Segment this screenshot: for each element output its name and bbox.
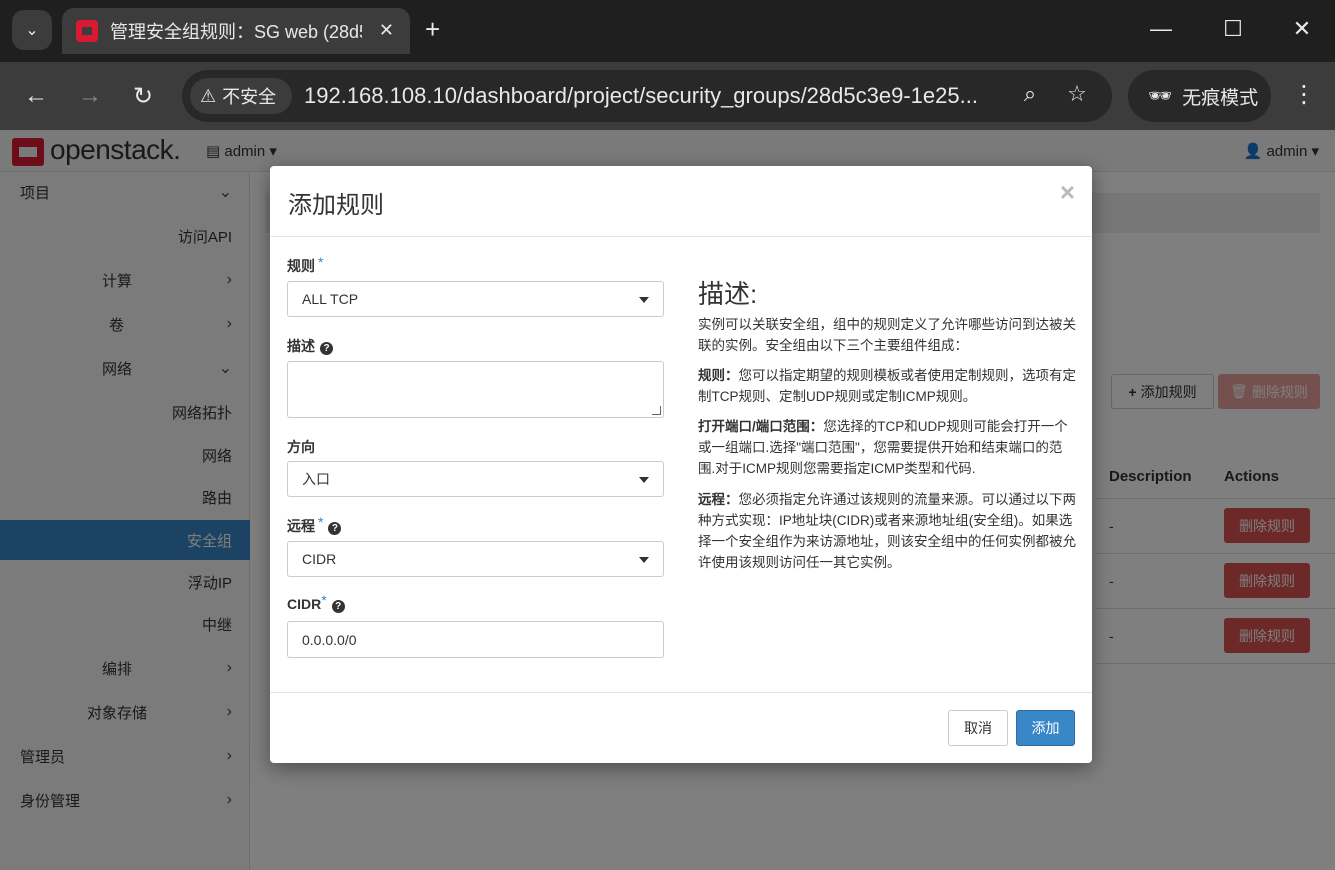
bookmark-star-icon[interactable]: ☆ bbox=[1062, 81, 1092, 107]
help-icon[interactable]: ? bbox=[331, 600, 345, 613]
back-arrow-icon[interactable]: ← bbox=[20, 80, 52, 112]
openstack-favicon-icon bbox=[76, 20, 98, 42]
description-label: 描述? bbox=[287, 336, 333, 356]
cidr-input-value: 0.0.0.0/0 bbox=[302, 631, 357, 648]
browser-toolbar: ← → ↻ ⚠ 不安全 192.168.108.10/dashboard/pro… bbox=[0, 62, 1335, 130]
help-heading: 描述: bbox=[698, 279, 758, 309]
modal-title: 添加规则 bbox=[288, 192, 384, 219]
direction-label: 方向 bbox=[287, 437, 315, 457]
warning-icon: ⚠ bbox=[200, 85, 217, 106]
help-icon[interactable]: ? bbox=[320, 342, 333, 355]
close-icon[interactable]: × bbox=[1060, 177, 1075, 208]
address-bar[interactable]: ⚠ 不安全 192.168.108.10/dashboard/project/s… bbox=[182, 70, 1112, 122]
reload-icon[interactable]: ↻ bbox=[127, 80, 159, 112]
minimize-icon[interactable]: — bbox=[1146, 14, 1176, 44]
tab-title: 管理安全组规则：SG web (28d5c3e9-1e25 bbox=[110, 22, 362, 42]
incognito-indicator[interactable]: 🕶 无痕模式 bbox=[1128, 70, 1271, 122]
browser-menu-icon[interactable]: ⋮ bbox=[1290, 80, 1318, 109]
required-marker: * bbox=[321, 592, 327, 608]
description-label-text: 描述 bbox=[287, 338, 315, 354]
help-rule-text: 您可以指定期望的规则模板或者使用定制规则，选项有定制TCP规则、定制UDP规则或… bbox=[698, 368, 1076, 404]
rule-label: 规则 * bbox=[287, 254, 324, 276]
tab-search-button[interactable]: ⌄ bbox=[12, 10, 52, 50]
help-rule-title: 规则： bbox=[698, 368, 739, 383]
direction-select-value: 入口 bbox=[302, 471, 330, 487]
caret-down-icon bbox=[639, 557, 649, 563]
add-rule-dialog: 添加规则 × 规则 * ALL TCP 描述? 方向 入口 远程 *? CIDR C… bbox=[270, 166, 1092, 763]
remote-label: 远程 *? bbox=[287, 514, 342, 536]
forward-arrow-icon[interactable]: → bbox=[74, 80, 106, 112]
direction-select[interactable]: 入口 bbox=[287, 461, 664, 497]
resize-handle-icon[interactable] bbox=[652, 406, 661, 415]
browser-tab[interactable]: 管理安全组规则：SG web (28d5c3e9-1e25 ✕ bbox=[62, 8, 410, 54]
caret-down-icon bbox=[639, 297, 649, 303]
cidr-input[interactable]: 0.0.0.0/0 bbox=[287, 621, 664, 658]
new-tab-button[interactable]: + bbox=[425, 14, 440, 44]
rule-label-text: 规则 bbox=[287, 258, 315, 274]
incognito-icon: 🕶 bbox=[1148, 86, 1173, 107]
add-button[interactable]: 添加 bbox=[1016, 710, 1075, 746]
help-intro: 实例可以关联安全组，组中的规则定义了允许哪些访问到达被关联的实例。安全组由以下三… bbox=[698, 317, 1076, 353]
cidr-label: CIDR*? bbox=[287, 592, 345, 613]
required-marker: * bbox=[318, 254, 324, 270]
browser-tabbar: ⌄ 管理安全组规则：SG web (28d5c3e9-1e25 ✕ + — ☐ … bbox=[0, 0, 1335, 62]
help-icon[interactable]: ? bbox=[328, 522, 342, 535]
help-port: 打开端口/端口范围：您选择的TCP和UDP规则可能会打开一个或一组端口.选择"端… bbox=[698, 416, 1076, 479]
rule-select[interactable]: ALL TCP bbox=[287, 281, 664, 317]
close-tab-icon[interactable]: ✕ bbox=[379, 20, 394, 41]
modal-header: 添加规则 × bbox=[270, 166, 1092, 237]
cidr-label-text: CIDR bbox=[287, 596, 322, 612]
cancel-button[interactable]: 取消 bbox=[948, 710, 1008, 746]
help-remote: 远程：您必须指定允许通过该规则的流量来源。可以通过以下两种方式实现：IP地址块(… bbox=[698, 489, 1076, 573]
zoom-icon[interactable]: ⌕ bbox=[1015, 81, 1045, 107]
help-remote-text: 您必须指定允许通过该规则的流量来源。可以通过以下两种方式实现：IP地址块(CID… bbox=[698, 492, 1076, 570]
remote-select[interactable]: CIDR bbox=[287, 541, 664, 577]
direction-label-text: 方向 bbox=[287, 439, 315, 455]
remote-label-text: 远程 bbox=[287, 518, 315, 534]
incognito-label: 无痕模式 bbox=[1182, 87, 1259, 109]
url-text[interactable]: 192.168.108.10/dashboard/project/securit… bbox=[304, 83, 1004, 109]
help-rule: 规则：您可以指定期望的规则模板或者使用定制规则，选项有定制TCP规则、定制UDP… bbox=[698, 365, 1076, 407]
rule-select-value: ALL TCP bbox=[302, 291, 359, 307]
maximize-icon[interactable]: ☐ bbox=[1218, 14, 1248, 44]
remote-select-value: CIDR bbox=[302, 551, 337, 567]
security-indicator[interactable]: ⚠ 不安全 bbox=[190, 78, 292, 114]
caret-down-icon bbox=[639, 477, 649, 483]
required-marker: * bbox=[318, 514, 324, 530]
help-remote-title: 远程： bbox=[698, 492, 739, 507]
modal-footer: 取消 添加 bbox=[270, 692, 1092, 763]
description-textarea[interactable] bbox=[287, 361, 664, 418]
security-label: 不安全 bbox=[222, 87, 277, 107]
help-port-title: 打开端口/端口范围： bbox=[698, 419, 824, 434]
chevron-down-icon: ⌄ bbox=[25, 22, 39, 39]
close-window-icon[interactable]: ✕ bbox=[1287, 14, 1317, 44]
